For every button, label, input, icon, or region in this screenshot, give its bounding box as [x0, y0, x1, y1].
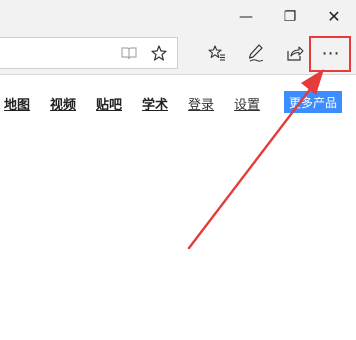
- annotation-arrow: [187, 69, 324, 250]
